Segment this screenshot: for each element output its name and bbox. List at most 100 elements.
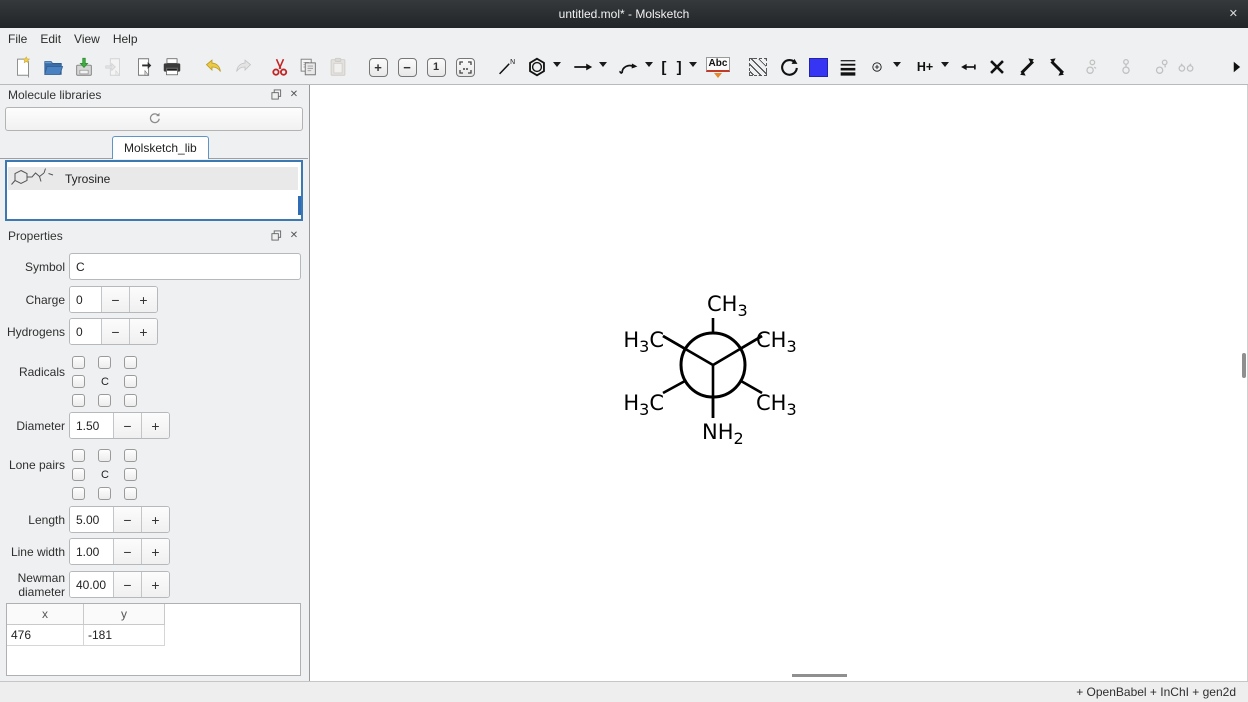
redo-button[interactable] xyxy=(230,54,256,80)
zoom-in-button[interactable]: + xyxy=(365,54,391,80)
print-button[interactable] xyxy=(159,54,185,80)
upper-right-methyl-label[interactable]: CH3 xyxy=(756,328,797,356)
rotate-button[interactable] xyxy=(776,54,802,80)
line-width-value[interactable]: 1.00 xyxy=(70,539,113,564)
column-header-y[interactable]: y xyxy=(84,604,165,625)
connect-button[interactable] xyxy=(955,54,981,80)
refresh-library-button[interactable] xyxy=(5,107,303,131)
diameter-value[interactable]: 1.50 xyxy=(70,413,113,438)
zoom-original-button[interactable]: 1 xyxy=(423,54,449,80)
brackets-button[interactable]: [ ] xyxy=(660,54,686,80)
hydrogen-dropdown[interactable] xyxy=(941,62,949,67)
save-button[interactable] xyxy=(71,54,97,80)
close-dock-icon[interactable]: ✕ xyxy=(288,229,300,241)
export-button[interactable] xyxy=(131,54,157,80)
open-button[interactable] xyxy=(40,54,66,80)
close-window-icon[interactable]: ✕ xyxy=(1229,7,1238,20)
new-file-button[interactable] xyxy=(10,54,36,80)
radical-checkbox[interactable] xyxy=(98,394,111,407)
float-dock-icon[interactable] xyxy=(270,229,282,241)
horizontal-scrollbar[interactable] xyxy=(792,674,847,677)
reaction-arrow-button[interactable] xyxy=(570,54,596,80)
import-button[interactable] xyxy=(101,54,127,80)
hydrogen-button[interactable]: H+ xyxy=(912,54,938,80)
charge-decrement-button[interactable]: − xyxy=(101,287,129,312)
lone-pair-checkbox[interactable] xyxy=(72,468,85,481)
cell-x[interactable]: 476 xyxy=(7,625,84,646)
radical-checkbox[interactable] xyxy=(72,394,85,407)
radical-checkbox[interactable] xyxy=(124,375,137,388)
delete-mode-button[interactable] xyxy=(984,54,1010,80)
radical-checkbox[interactable] xyxy=(124,356,137,369)
length-value[interactable]: 5.00 xyxy=(70,507,113,532)
charge-increment-button[interactable]: + xyxy=(129,287,157,312)
flip-bond-2-button[interactable] xyxy=(1044,54,1070,80)
upper-left-methyl-label[interactable]: H3C xyxy=(623,328,664,356)
reaction-arrow-dropdown[interactable] xyxy=(599,62,607,67)
line-width-button[interactable] xyxy=(835,54,861,80)
menu-view[interactable]: View xyxy=(74,30,109,48)
lower-right-methyl-label[interactable]: CH3 xyxy=(756,391,797,419)
list-item[interactable]: Tyrosine xyxy=(8,167,298,190)
lone-pair-checkbox[interactable] xyxy=(72,487,85,500)
newman-diameter-value[interactable]: 40.00 xyxy=(70,572,113,597)
newman-diameter-decrement-button[interactable]: − xyxy=(113,572,141,597)
flip-bond-1-button[interactable] xyxy=(1014,54,1040,80)
lone-pair-checkbox[interactable] xyxy=(124,487,137,500)
group-2-button[interactable] xyxy=(1113,54,1139,80)
charge-button[interactable] xyxy=(864,54,890,80)
undo-button[interactable] xyxy=(201,54,227,80)
draw-bond-button[interactable]: N xyxy=(493,54,519,80)
lone-pair-checkbox[interactable] xyxy=(98,487,111,500)
zoom-fit-button[interactable] xyxy=(452,54,478,80)
diameter-increment-button[interactable]: + xyxy=(141,413,169,438)
vertical-scrollbar[interactable] xyxy=(1242,353,1246,378)
diameter-decrement-button[interactable]: − xyxy=(113,413,141,438)
group-1-button[interactable] xyxy=(1078,54,1104,80)
mechanism-arrow-dropdown[interactable] xyxy=(645,62,653,67)
toolbar-extend-button[interactable] xyxy=(1223,54,1248,80)
cut-button[interactable] xyxy=(267,54,293,80)
group-3-button[interactable] xyxy=(1148,54,1174,80)
charge-value[interactable]: 0 xyxy=(70,287,101,312)
line-width-increment-button[interactable]: + xyxy=(141,539,169,564)
hydrogens-decrement-button[interactable]: − xyxy=(101,319,129,344)
charge-dropdown[interactable] xyxy=(893,62,901,67)
mechanism-arrow-button[interactable] xyxy=(616,54,642,80)
color-swatch-button[interactable] xyxy=(805,54,831,80)
cell-y[interactable]: -181 xyxy=(84,625,165,646)
radical-checkbox[interactable] xyxy=(124,394,137,407)
lone-pair-checkbox[interactable] xyxy=(124,449,137,462)
ring-dropdown[interactable] xyxy=(553,62,561,67)
radical-checkbox[interactable] xyxy=(72,375,85,388)
radical-checkbox[interactable] xyxy=(72,356,85,369)
length-increment-button[interactable]: + xyxy=(141,507,169,532)
menu-help[interactable]: Help xyxy=(113,30,147,48)
symbol-input[interactable] xyxy=(69,253,301,280)
top-methyl-label[interactable]: CH3 xyxy=(707,292,748,320)
brackets-dropdown[interactable] xyxy=(689,62,697,67)
lower-left-methyl-label[interactable]: H3C xyxy=(623,391,664,419)
close-dock-icon[interactable]: ✕ xyxy=(288,88,300,100)
ring-button[interactable] xyxy=(524,54,550,80)
copy-button[interactable] xyxy=(295,54,321,80)
line-width-decrement-button[interactable]: − xyxy=(113,539,141,564)
menu-file[interactable]: File xyxy=(8,30,36,48)
paste-button[interactable] xyxy=(325,54,351,80)
lone-pair-checkbox[interactable] xyxy=(124,468,137,481)
hydrogens-increment-button[interactable]: + xyxy=(129,319,157,344)
zoom-out-button[interactable]: − xyxy=(394,54,420,80)
hydrogens-value[interactable]: 0 xyxy=(70,319,101,344)
lone-pair-checkbox[interactable] xyxy=(72,449,85,462)
lone-pair-checkbox[interactable] xyxy=(98,449,111,462)
menu-edit[interactable]: Edit xyxy=(40,30,70,48)
newman-diameter-increment-button[interactable]: + xyxy=(141,572,169,597)
amine-label[interactable]: NH2 xyxy=(702,420,744,448)
text-tool-button[interactable]: Abc xyxy=(705,54,731,80)
column-header-x[interactable]: x xyxy=(7,604,84,625)
library-scrollbar[interactable] xyxy=(298,196,301,215)
drawing-canvas[interactable]: CH3 H3C CH3 H3C CH3 NH2 xyxy=(310,85,1248,681)
lasso-button[interactable] xyxy=(745,54,771,80)
group-4-button[interactable] xyxy=(1173,54,1199,80)
tab-molsketch-lib[interactable]: Molsketch_lib xyxy=(112,136,209,159)
